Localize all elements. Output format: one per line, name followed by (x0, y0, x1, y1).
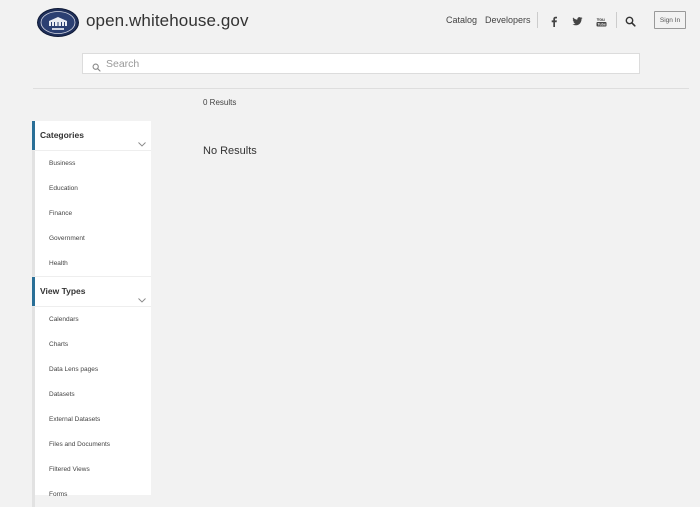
facet-title: Categories (40, 130, 84, 140)
facet-item-finance[interactable]: Finance (35, 201, 151, 226)
header-separator (33, 88, 689, 89)
nav-catalog-link[interactable]: Catalog (446, 15, 477, 25)
sign-in-button[interactable]: Sign In (654, 11, 686, 29)
facebook-icon[interactable] (549, 14, 560, 27)
result-count: 0 Results (203, 98, 237, 107)
facet-item-external-datasets[interactable]: External Datasets (35, 407, 151, 432)
whitehouse-seal-logo[interactable] (37, 8, 79, 37)
svg-text:Tube: Tube (598, 23, 606, 27)
facet-item-charts[interactable]: Charts (35, 332, 151, 357)
facet-item-business[interactable]: Business (35, 151, 151, 176)
search-bar[interactable] (82, 53, 640, 74)
facet-item-filtered-views[interactable]: Filtered Views (35, 457, 151, 482)
chevron-down-icon[interactable] (138, 134, 146, 147)
no-results-message: No Results (203, 145, 257, 157)
facet-header-categories[interactable]: Categories (32, 121, 151, 150)
site-title[interactable]: open.whitehouse.gov (86, 11, 249, 31)
facet-item-files-and-documents[interactable]: Files and Documents (35, 432, 151, 457)
header-divider (616, 12, 617, 28)
filter-sidebar: Categories Business Education Finance Go… (32, 121, 151, 507)
facet-list-view-types: Calendars Charts Data Lens pages Dataset… (32, 306, 151, 507)
nav-developers-link[interactable]: Developers (485, 15, 531, 25)
search-icon[interactable] (625, 14, 636, 27)
twitter-icon[interactable] (572, 14, 583, 26)
svg-text:You: You (597, 17, 606, 22)
facet-title: View Types (40, 286, 86, 296)
site-header: open.whitehouse.gov Catalog Developers Y… (0, 0, 700, 44)
facet-item-education[interactable]: Education (35, 176, 151, 201)
facet-list-categories: Business Education Finance Government He… (32, 150, 151, 277)
search-icon (92, 59, 101, 72)
facet-item-calendars[interactable]: Calendars (35, 307, 151, 332)
facet-header-view-types[interactable]: View Types (32, 277, 151, 306)
facet-item-health[interactable]: Health (35, 251, 151, 276)
facet-item-government[interactable]: Government (35, 226, 151, 251)
search-input[interactable] (106, 56, 626, 71)
facet-item-data-lens-pages[interactable]: Data Lens pages (35, 357, 151, 382)
facet-item-datasets[interactable]: Datasets (35, 382, 151, 407)
youtube-icon[interactable]: You Tube (596, 14, 607, 27)
header-divider (537, 12, 538, 28)
chevron-down-icon[interactable] (138, 290, 146, 303)
